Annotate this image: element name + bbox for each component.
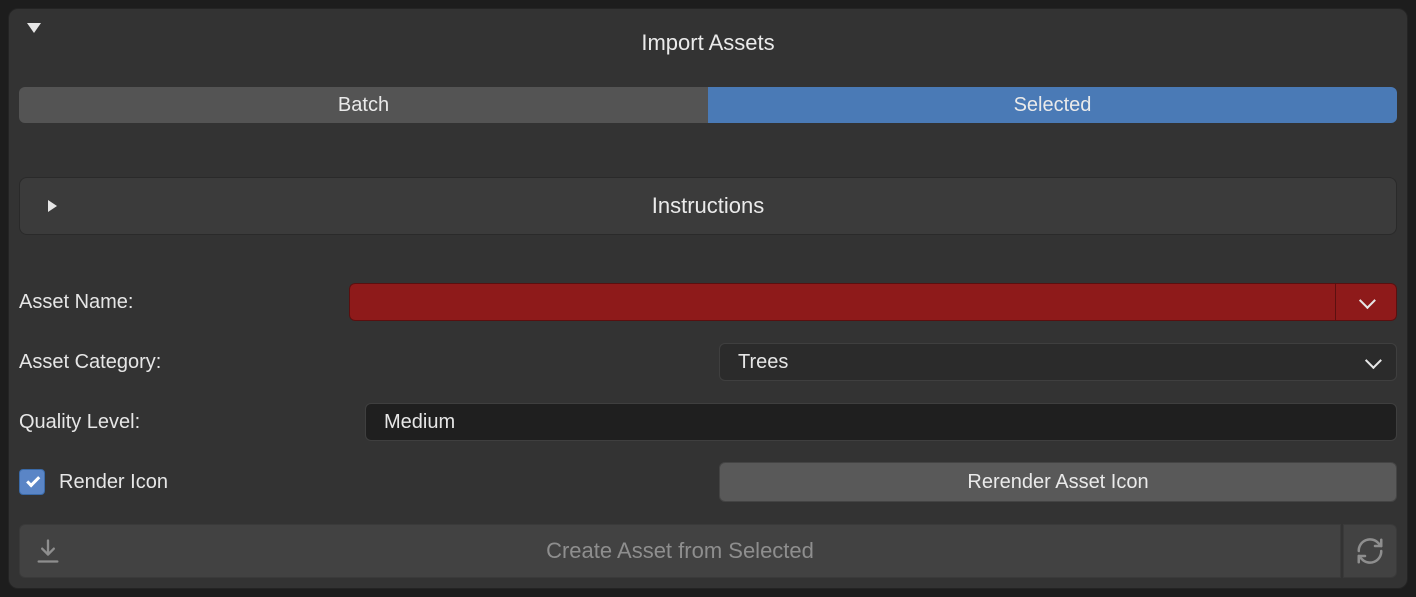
rerender-button-label: Rerender Asset Icon — [967, 471, 1148, 494]
tab-batch[interactable]: Batch — [19, 87, 708, 123]
bottom-bar: Create Asset from Selected — [19, 524, 1397, 578]
quality-level-value: Medium — [384, 411, 455, 434]
asset-category-label: Asset Category: — [19, 351, 719, 374]
checkmark-icon — [26, 473, 40, 487]
asset-name-dropdown[interactable] — [1335, 283, 1397, 321]
render-icon-checkbox[interactable] — [19, 469, 45, 495]
quality-level-label: Quality Level: — [19, 411, 365, 434]
create-asset-label: Create Asset from Selected — [546, 538, 814, 564]
render-icon-group: Render Icon — [19, 469, 719, 495]
row-asset-category: Asset Category: Trees — [19, 341, 1397, 383]
asset-name-field — [349, 283, 1397, 321]
disclosure-right-icon[interactable] — [48, 200, 57, 212]
chevron-down-icon — [1365, 352, 1382, 369]
disclosure-down-icon[interactable] — [27, 23, 41, 33]
tab-selected-label: Selected — [1014, 94, 1092, 117]
panel-title: Import Assets — [641, 30, 774, 56]
import-assets-panel: Import Assets Batch Selected Instruction… — [8, 8, 1408, 589]
row-quality-level: Quality Level: Medium — [19, 401, 1397, 443]
mode-tabs: Batch Selected — [19, 87, 1397, 123]
rerender-asset-icon-button[interactable]: Rerender Asset Icon — [719, 462, 1397, 502]
asset-category-value: Trees — [738, 351, 788, 374]
tab-batch-label: Batch — [338, 94, 389, 117]
instructions-subpanel[interactable]: Instructions — [19, 177, 1397, 235]
refresh-icon — [1355, 536, 1385, 566]
create-asset-button[interactable]: Create Asset from Selected — [19, 524, 1341, 578]
asset-name-label: Asset Name: — [19, 291, 349, 314]
row-render-icon: Render Icon Rerender Asset Icon — [19, 461, 1397, 503]
chevron-down-icon — [1359, 292, 1376, 309]
refresh-button[interactable] — [1343, 524, 1397, 578]
asset-category-dropdown[interactable]: Trees — [719, 343, 1397, 381]
render-icon-label: Render Icon — [59, 471, 168, 494]
form: Asset Name: Asset Category: Trees Qualit… — [19, 281, 1397, 503]
instructions-title: Instructions — [652, 193, 765, 219]
row-asset-name: Asset Name: — [19, 281, 1397, 323]
tab-selected[interactable]: Selected — [708, 87, 1397, 123]
panel-header: Import Assets — [9, 19, 1407, 67]
asset-name-input[interactable] — [349, 283, 1335, 321]
quality-level-dropdown[interactable]: Medium — [365, 403, 1397, 441]
import-icon — [34, 537, 62, 565]
